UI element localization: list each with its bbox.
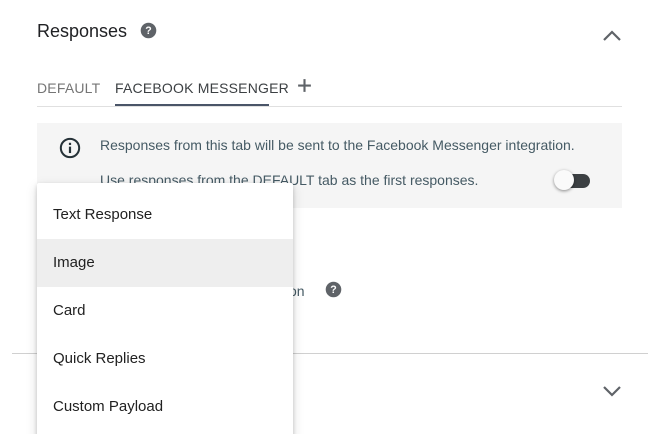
tabs-divider (37, 106, 622, 107)
tab-facebook-messenger[interactable]: FACEBOOK MESSENGER (115, 80, 289, 96)
toggle-thumb[interactable] (554, 170, 574, 190)
help-circle-icon[interactable]: ? (140, 22, 157, 39)
chevron-up-icon[interactable] (600, 26, 624, 46)
menu-item-text-response[interactable]: Text Response (37, 191, 293, 239)
help-circle-icon[interactable]: ? (325, 281, 342, 298)
response-type-menu: Text Response Image Card Quick Replies C… (37, 183, 293, 434)
svg-text:?: ? (145, 25, 151, 37)
plus-icon[interactable] (296, 77, 313, 94)
menu-item-custom-payload[interactable]: Custom Payload (37, 383, 293, 431)
section-title: Responses (37, 21, 128, 41)
svg-text:?: ? (330, 284, 336, 296)
info-icon (59, 137, 81, 159)
menu-item-quick-replies[interactable]: Quick Replies (37, 335, 293, 383)
chevron-down-icon[interactable] (600, 381, 624, 401)
menu-item-card[interactable]: Card (37, 287, 293, 335)
responses-panel: Responses ? DEFAULT FACEBOOK MESSENGER R… (0, 0, 661, 434)
tab-default[interactable]: DEFAULT (37, 80, 100, 96)
menu-item-image[interactable]: Image (37, 239, 293, 287)
info-message: Responses from this tab will be sent to … (100, 137, 575, 153)
